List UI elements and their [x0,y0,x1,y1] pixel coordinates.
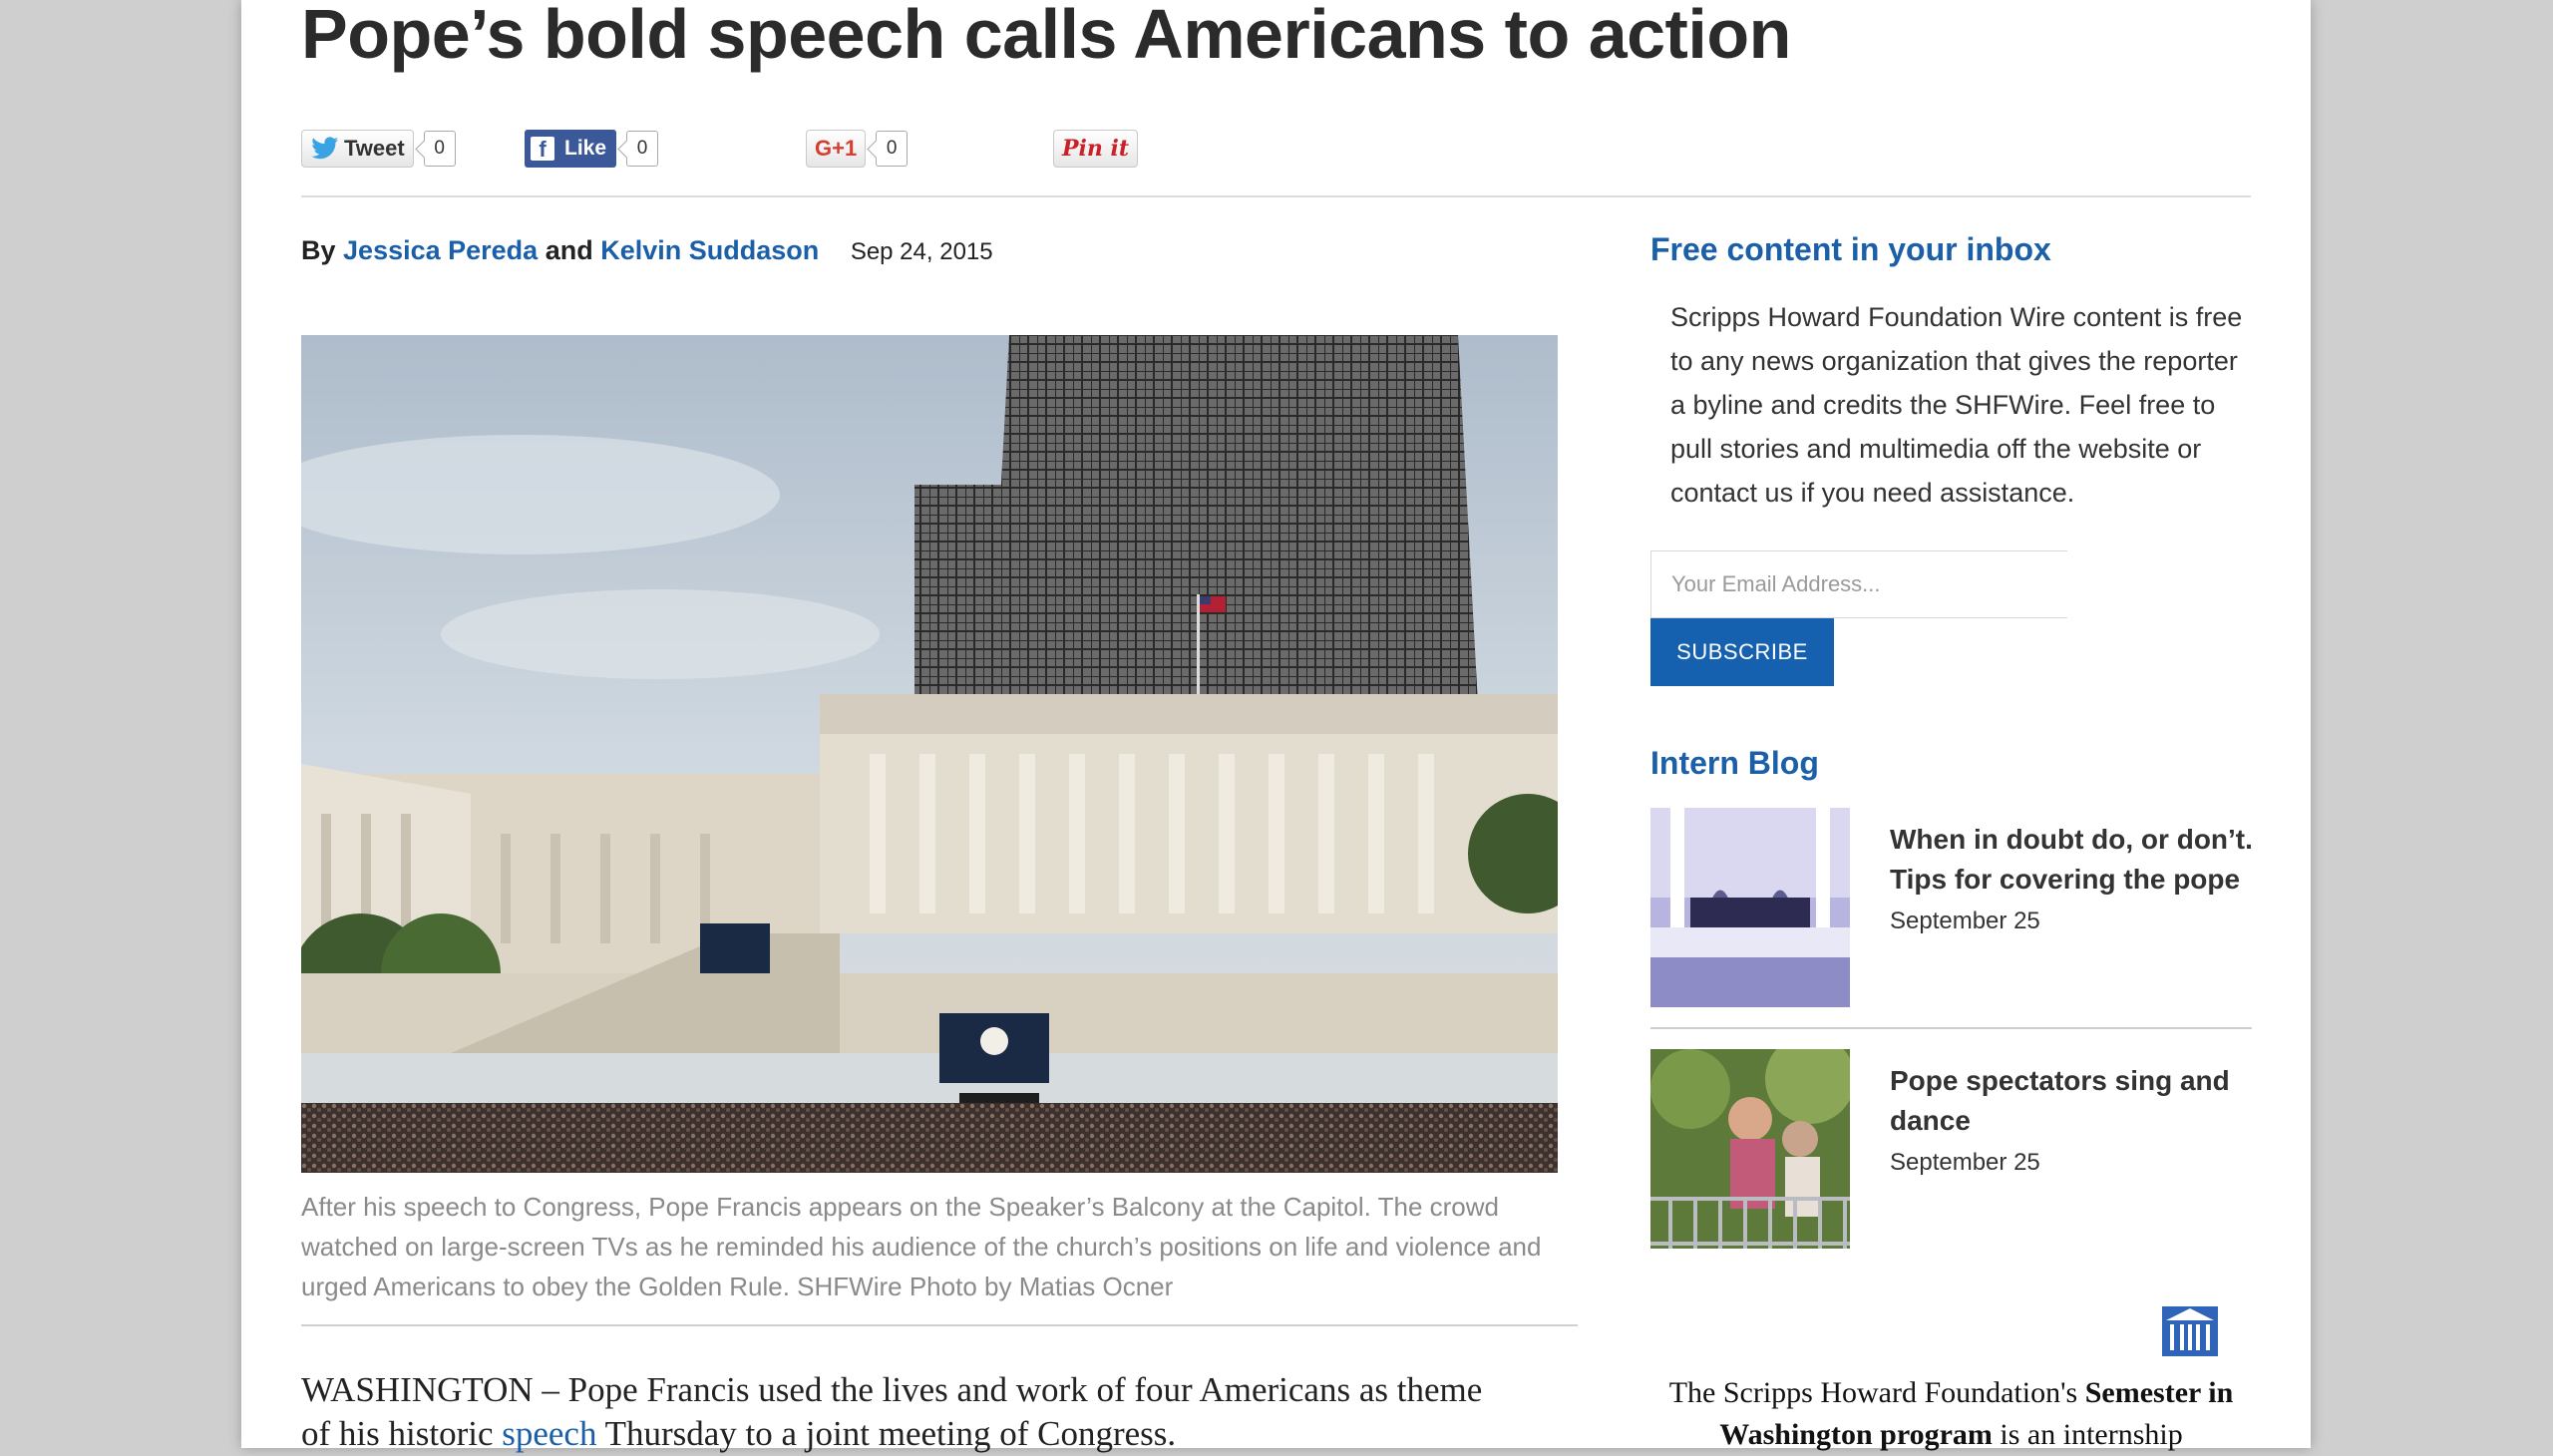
like-count: 0 [626,131,659,167]
pinterest-icon: Pin it [1062,136,1130,162]
pin-it-button[interactable]: Pin it [1053,130,1139,168]
pinterest-share[interactable]: Pin it [1053,128,1139,170]
capitol-photo-illustration [301,335,1558,1173]
intern-blog-heading: Intern Blog [1650,745,1819,781]
blog-post-date: September 25 [1890,908,2040,934]
publish-date: Sep 24, 2015 [850,238,993,265]
post-divider [1650,1027,2252,1029]
tweet-button[interactable]: Tweet [301,130,414,168]
blog-post-thumbnail[interactable] [1650,808,1850,1007]
byline: By Jessica Pereda and Kelvin Suddason Se… [301,235,993,265]
article-body: WASHINGTON – Pope Francis used the lives… [301,1368,1598,1456]
author-link-2[interactable]: Kelvin Suddason [600,235,819,265]
spectators-photo-thumbnail [1650,1049,1850,1249]
blog-post-date: September 25 [1890,1149,2040,1176]
email-field[interactable] [1650,550,2067,618]
blog-post[interactable]: When in doubt do, or don’t. Tips for cov… [1650,808,2253,1007]
blog-post-title[interactable]: When in doubt do, or don’t. Tips for cov… [1890,820,2259,900]
program-promo: The Scripps Howard Foundation's Semester… [1668,1376,2234,1451]
tweet-count: 0 [423,131,456,167]
gplus-count: 0 [876,131,909,167]
caption-divider [301,1324,1578,1326]
subscribe-button[interactable]: SUBSCRIBE [1650,618,1834,686]
facebook-share[interactable]: f Like 0 [525,128,659,170]
facebook-icon: f [531,137,554,161]
blog-post[interactable]: Pope spectators sing and dance September… [1650,1049,2252,1249]
gplus-share[interactable]: G+1 0 [806,128,909,170]
tweet-label: Tweet [344,136,405,161]
article-photo [301,335,1558,1173]
twitter-icon [311,137,339,160]
gplus-icon: G+1 [815,136,858,161]
tweet-share[interactable]: Tweet 0 [301,128,456,170]
speech-link[interactable]: speech [502,1414,596,1453]
facebook-like-button[interactable]: f Like [525,130,617,168]
body-paragraph-line-2: of his historic speech Thursday to a joi… [301,1414,1177,1453]
divider [301,195,2251,197]
author-link-1[interactable]: Jessica Pereda [343,235,538,265]
body-paragraph-line: WASHINGTON – Pope Francis used the lives… [301,1370,1483,1409]
like-label: Like [564,137,607,160]
gplus-button[interactable]: G+1 [806,130,867,168]
scripps-logo-icon [2162,1300,2218,1361]
inbox-heading: Free content in your inbox [1650,231,2051,267]
balcony-photo-thumbnail [1650,808,1850,1007]
inbox-description: Scripps Howard Foundation Wire content i… [1670,302,2243,508]
article-page: Pope’s bold speech calls Americans to ac… [241,0,2311,1453]
photo-caption: After his speech to Congress, Pope Franc… [301,1192,1542,1301]
blog-post-title[interactable]: Pope spectators sing and dance [1890,1061,2259,1141]
blog-post-thumbnail[interactable] [1650,1049,1850,1249]
article-title: Pope’s bold speech calls Americans to ac… [301,0,1791,73]
